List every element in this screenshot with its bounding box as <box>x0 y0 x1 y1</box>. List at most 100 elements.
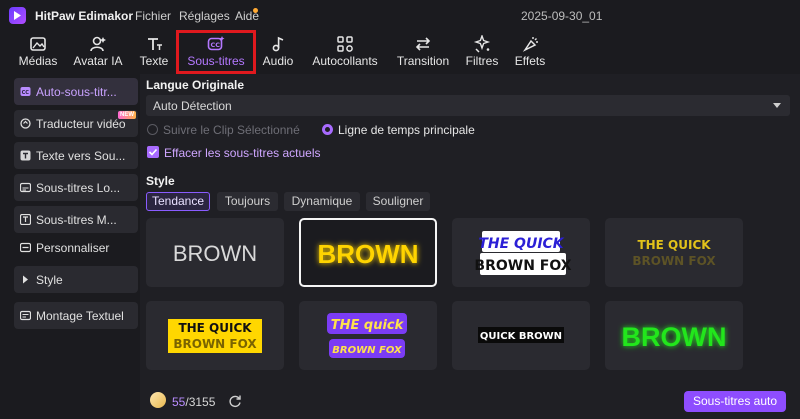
text-edit-icon <box>20 310 31 321</box>
tab-autocollants-label: Autocollants <box>312 54 378 68</box>
auto-subtitles-button[interactable]: Sous-titres auto <box>684 391 786 412</box>
preset-text: THE quick <box>331 318 405 333</box>
radio-circle <box>147 124 158 135</box>
text-icon <box>148 38 162 50</box>
tab-audio[interactable]: Audio <box>259 32 297 72</box>
sidebar-item-style[interactable]: Style <box>14 266 138 293</box>
preset-preview: BROWN <box>173 241 257 266</box>
tab-medias-label: Médias <box>18 54 58 68</box>
style-tab-toujours[interactable]: Toujours <box>217 192 278 211</box>
tab-texte[interactable]: Texte <box>136 32 172 72</box>
preset-text: BROWN FOX <box>474 258 571 274</box>
language-dropdown-value: Auto Détection <box>153 99 232 113</box>
tab-sous-titres[interactable]: CC Sous-titres <box>176 30 256 74</box>
tab-transition-label: Transition <box>396 54 450 68</box>
menu-reglages[interactable]: Réglages <box>179 9 230 23</box>
language-dropdown[interactable]: Auto Détection <box>146 95 790 116</box>
preset-text: THE QUICK <box>178 321 252 335</box>
sidebar-item-label: Texte vers Sou... <box>36 149 126 163</box>
sidebar-item-personnaliser[interactable]: Personnaliser <box>14 234 138 261</box>
sidebar-item-traducteur-video[interactable]: Traducteur vidéo NEW <box>14 110 138 137</box>
tab-filtres-label: Filtres <box>465 54 499 68</box>
preset-preview: THE QUICK BROWN FOX <box>632 238 716 268</box>
sidebar-item-auto-sous-titres[interactable]: CC Auto-sous-titr... <box>14 78 138 105</box>
style-tab-souligner[interactable]: Souligner <box>366 192 430 211</box>
main-toolbar: Médias Avatar IA Texte CC Sous-titres Au… <box>0 30 800 74</box>
radio-follow-clip[interactable]: Suivre le Clip Sélectionné <box>147 123 300 139</box>
title-bar: HitPaw Edimakor Fichier Réglages Aide 20… <box>0 0 800 32</box>
radio-follow-clip-label: Suivre le Clip Sélectionné <box>163 123 300 137</box>
sidebar-item-label: Personnaliser <box>36 241 110 255</box>
checkbox-checked <box>147 146 159 158</box>
audio-icon <box>272 36 284 52</box>
chevron-down-icon <box>773 103 781 108</box>
style-tab-dynamique[interactable]: Dynamique <box>284 192 360 211</box>
preset-preview: THE QUICK BROWN FOX <box>474 231 572 275</box>
preset-preview: QUICK BROWN <box>478 327 564 343</box>
checkbox-clear-subtitles-label: Effacer les sous-titres actuels <box>164 146 321 160</box>
sidebar-item-sous-titres-locaux[interactable]: Sous-titres Lo... <box>14 174 138 201</box>
text-to-sub-icon <box>20 150 31 161</box>
sidebar-item-label: Sous-titres M... <box>36 213 117 227</box>
caret-right-icon <box>23 275 28 284</box>
radio-circle-selected <box>322 124 333 135</box>
tab-avatar-ia-label: Avatar IA <box>73 54 123 68</box>
tab-filtres[interactable]: Filtres <box>463 32 501 72</box>
tab-effets[interactable]: Effets <box>512 32 548 72</box>
style-preset-1[interactable]: BROWN <box>146 218 284 287</box>
sidebar-item-label: Traducteur vidéo <box>36 117 126 131</box>
preset-preview: BROWN <box>622 322 727 352</box>
style-preset-8[interactable]: BROWN <box>605 301 743 370</box>
svg-text:CC: CC <box>211 41 221 49</box>
style-section-title: Style <box>146 174 175 188</box>
language-section-title: Langue Originale <box>146 78 245 92</box>
preset-text: BROWN <box>622 322 727 352</box>
sidebar-item-label: Montage Textuel <box>36 309 124 323</box>
footer-bar: 55/3155 Sous-titres auto <box>140 384 800 419</box>
preset-text: THE QUICK <box>637 238 711 252</box>
preset-text: BROWN FOX <box>173 337 257 351</box>
style-preset-6[interactable]: THE quick BROWN FOX <box>299 301 437 370</box>
style-preset-7[interactable]: QUICK BROWN <box>452 301 590 370</box>
preset-text: BROWN <box>317 239 418 269</box>
style-preset-2[interactable]: BROWN <box>299 218 437 287</box>
app-name: HitPaw Edimakor <box>35 9 134 23</box>
ai-credits-icon <box>150 392 166 408</box>
tab-transition[interactable]: Transition <box>393 32 453 72</box>
app-logo <box>9 7 26 24</box>
tab-medias[interactable]: Médias <box>14 32 62 72</box>
style-preset-3[interactable]: THE QUICK BROWN FOX <box>452 218 590 287</box>
tab-avatar-ia[interactable]: Avatar IA <box>70 32 126 72</box>
tab-sous-titres-label: Sous-titres <box>187 54 245 68</box>
effects-icon <box>522 37 538 52</box>
sidebar-item-label: Style <box>36 273 63 287</box>
radio-main-timeline-label: Ligne de temps principale <box>338 123 475 137</box>
sidebar-item-label: Auto-sous-titr... <box>36 85 117 99</box>
notification-dot <box>253 8 258 13</box>
preset-text: THE QUICK <box>478 236 564 252</box>
refresh-icon[interactable] <box>228 394 242 408</box>
translate-icon <box>20 118 31 129</box>
radio-main-timeline[interactable]: Ligne de temps principale <box>322 123 482 139</box>
filters-icon <box>473 35 491 53</box>
manual-sub-icon <box>20 214 31 225</box>
tab-audio-label: Audio <box>262 54 294 68</box>
sidebar-item-sous-titres-manuels[interactable]: Sous-titres M... <box>14 206 138 233</box>
style-preset-5[interactable]: THE QUICK BROWN FOX <box>146 301 284 370</box>
style-tab-tendance[interactable]: Tendance <box>146 192 210 211</box>
tab-autocollants[interactable]: Autocollants <box>308 32 382 72</box>
new-badge: NEW <box>118 111 136 119</box>
preset-text: BROWN FOX <box>632 254 716 268</box>
preset-preview: BROWN <box>317 239 418 269</box>
sidebar-item-texte-vers-sous-titres[interactable]: Texte vers Sou... <box>14 142 138 169</box>
credits-total: /3155 <box>185 395 216 409</box>
style-preset-4[interactable]: THE QUICK BROWN FOX <box>605 218 743 287</box>
preset-text: BROWN FOX <box>332 345 403 356</box>
sidebar-item-montage-textuel[interactable]: Montage Textuel <box>14 302 138 329</box>
menu-fichier[interactable]: Fichier <box>135 9 171 23</box>
check-icon <box>148 148 158 156</box>
local-sub-icon <box>20 182 31 193</box>
cc-icon: CC <box>20 87 31 96</box>
subtitles-icon: CC <box>207 36 225 51</box>
preset-preview: THE quick BROWN FOX <box>327 313 407 358</box>
